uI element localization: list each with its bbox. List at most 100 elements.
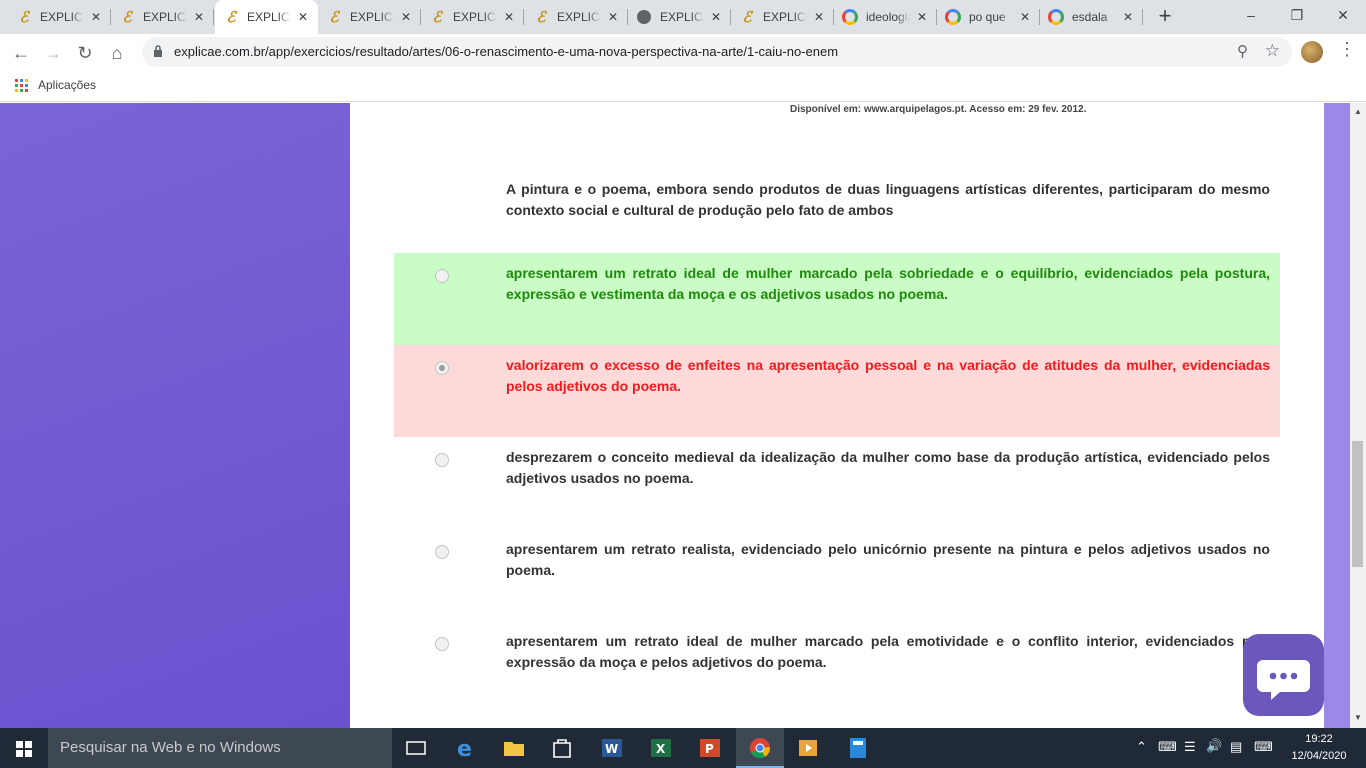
- option-text[interactable]: valorizarem o excesso de enfeites na apr…: [506, 355, 1270, 397]
- browser-menu-icon[interactable]: ⋮: [1338, 39, 1356, 60]
- option-radio[interactable]: [435, 361, 449, 375]
- lock-icon[interactable]: [153, 45, 163, 57]
- right-purple-panel: [1324, 103, 1350, 728]
- tab-title: EXPLICAE: [143, 10, 187, 24]
- svg-text:X: X: [656, 742, 666, 756]
- answer-option[interactable]: apresentarem um retrato ideal de mulher …: [394, 621, 1280, 713]
- word-icon[interactable]: W: [600, 736, 624, 760]
- tab-close-icon[interactable]: ✕: [711, 9, 721, 25]
- browser-tab[interactable]: esdala ✕: [1040, 0, 1143, 34]
- option-text[interactable]: apresentarem um retrato ideal de mulher …: [506, 263, 1270, 305]
- answer-option[interactable]: apresentarem um retrato realista, eviden…: [394, 529, 1280, 621]
- browser-tab[interactable]: ideologia ✕: [834, 0, 937, 34]
- browser-tab[interactable]: ℰ EXPLICAE ✕: [318, 0, 421, 34]
- browser-tab[interactable]: ℰ EXPLICAE ✕: [421, 0, 524, 34]
- source-citation: Disponível em: www.arquipelagos.pt. Aces…: [790, 104, 1087, 115]
- google-icon: [842, 9, 858, 25]
- browser-tab[interactable]: EXPLICAE ✕: [628, 0, 731, 34]
- chrome-icon[interactable]: [748, 736, 772, 760]
- tab-close-icon[interactable]: ✕: [1123, 9, 1133, 25]
- apps-grid-icon[interactable]: [15, 79, 28, 92]
- answer-option[interactable]: desprezarem o conceito medieval da ideal…: [394, 437, 1280, 529]
- browser-tab[interactable]: po que ✕: [937, 0, 1040, 34]
- browser-tab[interactable]: ℰ EXPLICAE ✕: [8, 0, 111, 34]
- media-player-icon[interactable]: [796, 736, 820, 760]
- browser-tab[interactable]: ℰ EXPLICAE ✕: [525, 0, 628, 34]
- home-button[interactable]: ⌂: [104, 40, 130, 66]
- option-text[interactable]: apresentarem um retrato ideal de mulher …: [506, 631, 1270, 673]
- profile-avatar[interactable]: [1301, 41, 1323, 63]
- browser-toolbar: ← → ↻ ⌂ explicae.com.br/app/exercicios/r…: [0, 34, 1366, 72]
- close-window-button[interactable]: ✕: [1320, 0, 1366, 30]
- option-radio[interactable]: [435, 453, 449, 467]
- edge-browser-icon[interactable]: e: [454, 736, 478, 760]
- store-icon[interactable]: [550, 736, 574, 760]
- option-radio[interactable]: [435, 637, 449, 651]
- tab-close-icon[interactable]: ✕: [91, 9, 101, 25]
- tab-close-icon[interactable]: ✕: [917, 9, 927, 25]
- calculator-icon[interactable]: [846, 736, 870, 760]
- explicae-icon: ℰ: [329, 8, 339, 26]
- tab-title: EXPLICAE: [557, 10, 601, 24]
- taskbar-search-placeholder[interactable]: Pesquisar na Web e no Windows: [60, 728, 281, 768]
- globe-icon: [636, 9, 652, 25]
- tab-close-icon[interactable]: ✕: [298, 9, 308, 25]
- tab-title: EXPLICAE: [453, 10, 497, 24]
- clock-time: 19:22: [1305, 733, 1333, 745]
- tab-close-icon[interactable]: ✕: [401, 9, 411, 25]
- option-radio[interactable]: [435, 269, 449, 283]
- tab-close-icon[interactable]: ✕: [504, 9, 514, 25]
- forward-button[interactable]: →: [40, 40, 66, 66]
- file-explorer-icon[interactable]: [502, 736, 526, 760]
- address-bar[interactable]: explicae.com.br/app/exercicios/resultado…: [142, 37, 1292, 67]
- taskbar-search-box[interactable]: Pesquisar na Web e no Windows: [48, 728, 392, 768]
- task-view-icon[interactable]: [404, 736, 428, 760]
- chat-button[interactable]: [1243, 634, 1324, 716]
- option-text[interactable]: apresentarem um retrato realista, eviden…: [506, 539, 1270, 581]
- excel-icon[interactable]: X: [649, 736, 673, 760]
- back-button[interactable]: ←: [8, 40, 34, 66]
- scroll-thumb[interactable]: [1352, 441, 1363, 567]
- browser-tab[interactable]: ℰ EXPLICAE ✕: [215, 0, 318, 34]
- scroll-down-arrow-icon[interactable]: ▼: [1354, 713, 1362, 722]
- explicae-icon: ℰ: [122, 8, 132, 26]
- tab-title: EXPLICAE: [763, 10, 807, 24]
- tab-title: esdala: [1072, 10, 1108, 24]
- tab-title: po que: [969, 10, 1006, 24]
- maximize-button[interactable]: ❐: [1274, 0, 1320, 30]
- windows-start-button[interactable]: [16, 741, 32, 757]
- tab-close-icon[interactable]: ✕: [608, 9, 618, 25]
- google-icon: [1048, 9, 1064, 25]
- bookmark-star-icon[interactable]: ☆: [1265, 41, 1280, 61]
- minimize-button[interactable]: –: [1228, 0, 1274, 30]
- browser-tab[interactable]: ℰ EXPLICAE ✕: [111, 0, 214, 34]
- browser-tab[interactable]: ℰ EXPLICAE ✕: [731, 0, 834, 34]
- tab-close-icon[interactable]: ✕: [814, 9, 824, 25]
- reload-button[interactable]: ↻: [72, 40, 98, 66]
- page-scrollbar[interactable]: ▲ ▼: [1350, 103, 1366, 728]
- answer-option[interactable]: apresentarem um retrato ideal de mulher …: [394, 253, 1280, 345]
- touch-keyboard-icon[interactable]: ⌨: [1254, 739, 1273, 755]
- tab-title: EXPLICAE: [350, 10, 394, 24]
- bookmarks-bar: Aplicações: [0, 72, 1366, 102]
- tab-close-icon[interactable]: ✕: [1020, 9, 1030, 25]
- new-tab-button[interactable]: +: [1153, 4, 1177, 28]
- notification-icon[interactable]: ▤: [1230, 739, 1242, 755]
- wifi-icon[interactable]: ☰: [1184, 739, 1196, 755]
- volume-icon[interactable]: 🔊: [1206, 738, 1222, 754]
- answer-option[interactable]: valorizarem o excesso de enfeites na apr…: [394, 345, 1280, 437]
- tab-title: ideologia: [866, 10, 910, 24]
- powerpoint-icon[interactable]: P: [698, 736, 722, 760]
- taskbar-clock[interactable]: 19:22 12/04/2020: [1284, 731, 1354, 765]
- option-text[interactable]: desprezarem o conceito medieval da ideal…: [506, 447, 1270, 489]
- apps-bookmark-label[interactable]: Aplicações: [38, 78, 96, 92]
- zoom-icon[interactable]: ⚲: [1237, 42, 1248, 60]
- option-radio[interactable]: [435, 545, 449, 559]
- keyboard-language-icon[interactable]: ⌨: [1158, 739, 1177, 755]
- windows-taskbar: Pesquisar na Web e no Windows e W X P ⌃ …: [0, 728, 1366, 768]
- url-text[interactable]: explicae.com.br/app/exercicios/resultado…: [174, 37, 838, 67]
- tab-close-icon[interactable]: ✕: [194, 9, 204, 25]
- chevron-up-icon[interactable]: ⌃: [1136, 739, 1147, 755]
- scroll-up-arrow-icon[interactable]: ▲: [1354, 107, 1362, 116]
- explicae-icon: ℰ: [226, 8, 236, 26]
